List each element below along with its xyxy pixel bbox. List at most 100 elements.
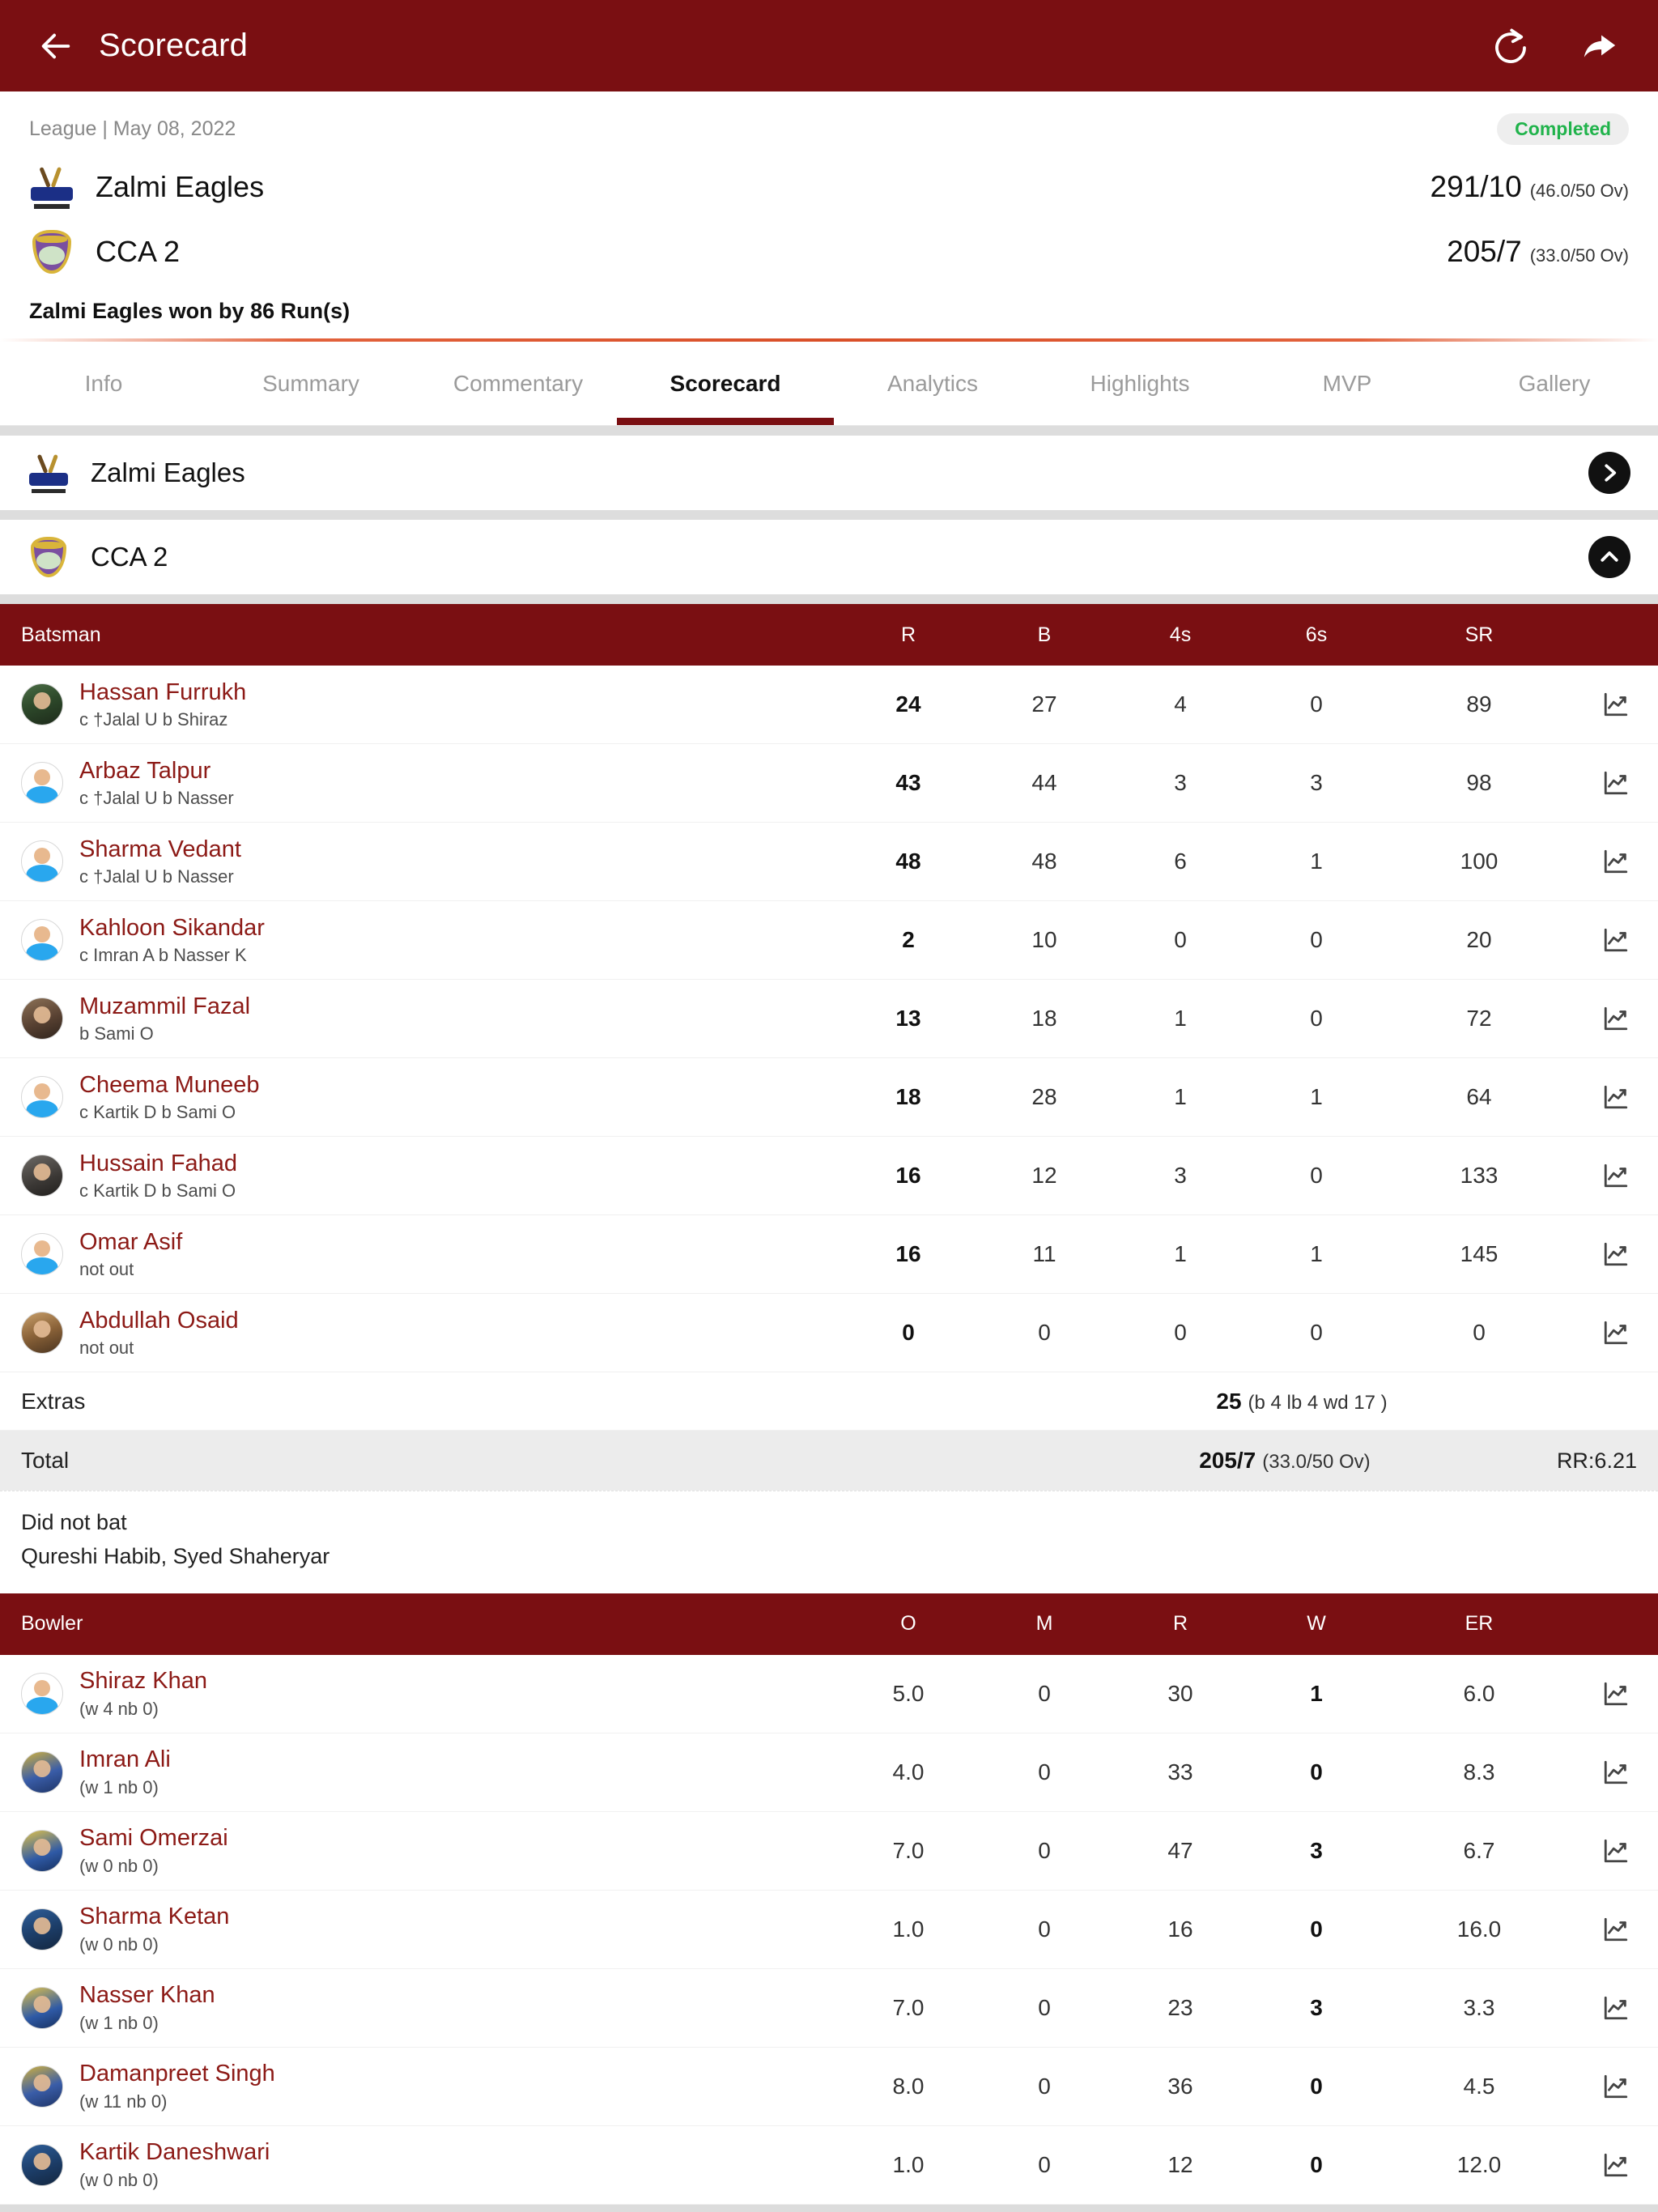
- player-name[interactable]: Kahloon Sikandar: [79, 913, 265, 942]
- player-chart-button[interactable]: [1574, 1759, 1658, 1786]
- table-row[interactable]: Sharma Ketan (w 0 nb 0) 1.0 0 16 0 16.0: [0, 1890, 1658, 1969]
- table-row[interactable]: Nasser Khan (w 1 nb 0) 7.0 0 23 3 3.3: [0, 1968, 1658, 2048]
- player-chart-button[interactable]: [1574, 1240, 1658, 1268]
- table-row[interactable]: Shiraz Khan (w 4 nb 0) 5.0 0 30 1 6.0: [0, 1654, 1658, 1733]
- share-button[interactable]: [1579, 25, 1621, 67]
- player-name[interactable]: Abdullah Osaid: [79, 1306, 239, 1335]
- player-name[interactable]: Damanpreet Singh: [79, 2059, 275, 2088]
- wickets-value: 0: [1310, 2073, 1323, 2099]
- player-chart-button[interactable]: [1574, 1319, 1658, 1346]
- tab-summary[interactable]: Summary: [207, 342, 414, 425]
- player-chart-button[interactable]: [1574, 1916, 1658, 1943]
- table-row[interactable]: Muzammil Fazal b Sami O 13 18 1 0 72: [0, 980, 1658, 1058]
- player-chart-button[interactable]: [1574, 1162, 1658, 1189]
- table-row[interactable]: Sami Omerzai (w 0 nb 0) 7.0 0 47 3 6.7: [0, 1811, 1658, 1891]
- line-chart-icon: [1604, 2153, 1628, 2176]
- sr-value: 98: [1466, 770, 1492, 795]
- player-name[interactable]: Hussain Fahad: [79, 1149, 237, 1178]
- bowling-table-header: Bowler O M R W ER: [0, 1593, 1658, 1655]
- match-tabs: Info Summary Commentary Scorecard Analyt…: [0, 342, 1658, 426]
- player-name[interactable]: Hassan Furrukh: [79, 678, 246, 707]
- overs-value: 1.0: [892, 2151, 925, 2177]
- player-name[interactable]: Sharma Ketan: [79, 1902, 229, 1931]
- table-row[interactable]: Omar Asif not out 16 11 1 1 145: [0, 1215, 1658, 1294]
- player-chart-button[interactable]: [1574, 2151, 1658, 2179]
- player-info[interactable]: Hassan Furrukh c †Jalal U b Shiraz: [21, 678, 840, 732]
- economy-value: 6.7: [1463, 1837, 1495, 1863]
- table-row[interactable]: Sharma Vedant c †Jalal U b Nasser 48 48 …: [0, 823, 1658, 901]
- match-result: Zalmi Eagles won by 86 Run(s): [29, 299, 351, 323]
- player-info[interactable]: Shiraz Khan (w 4 nb 0): [21, 1666, 840, 1721]
- player-name[interactable]: Cheema Muneeb: [79, 1070, 259, 1100]
- tab-scorecard[interactable]: Scorecard: [622, 342, 829, 425]
- innings-header-zalmi-eagles[interactable]: Zalmi Eagles: [0, 436, 1658, 510]
- player-name[interactable]: Kartik Daneshwari: [79, 2138, 270, 2167]
- player-info[interactable]: Damanpreet Singh (w 11 nb 0): [21, 2059, 840, 2113]
- player-info[interactable]: Muzammil Fazal b Sami O: [21, 992, 840, 1046]
- player-chart-button[interactable]: [1574, 1005, 1658, 1032]
- innings-collapse-toggle[interactable]: [1588, 536, 1630, 578]
- refresh-button[interactable]: [1490, 25, 1532, 67]
- player-info[interactable]: Arbaz Talpur c †Jalal U b Nasser: [21, 756, 840, 810]
- tab-commentary[interactable]: Commentary: [414, 342, 622, 425]
- run-rate: RR:6.21: [1556, 1448, 1637, 1473]
- player-chart-button[interactable]: [1574, 848, 1658, 875]
- player-name[interactable]: Shiraz Khan: [79, 1666, 207, 1695]
- player-chart-button[interactable]: [1574, 926, 1658, 954]
- match-meta: League | May 08, 2022: [29, 117, 236, 140]
- balls-value: 18: [1031, 1006, 1057, 1031]
- balls-value: 48: [1031, 849, 1057, 874]
- table-row[interactable]: Hussain Fahad c Kartik D b Sami O 16 12 …: [0, 1137, 1658, 1215]
- fours-value: 6: [1174, 849, 1187, 874]
- player-info[interactable]: Kartik Daneshwari (w 0 nb 0): [21, 2138, 840, 2192]
- table-row[interactable]: Damanpreet Singh (w 11 nb 0) 8.0 0 36 0 …: [0, 2047, 1658, 2126]
- player-info[interactable]: Hussain Fahad c Kartik D b Sami O: [21, 1149, 840, 1203]
- bowler-extras: (w 4 nb 0): [79, 1698, 159, 1719]
- player-info[interactable]: Sami Omerzai (w 0 nb 0): [21, 1823, 840, 1878]
- player-name[interactable]: Sami Omerzai: [79, 1823, 228, 1853]
- tab-gallery[interactable]: Gallery: [1451, 342, 1658, 425]
- tab-info[interactable]: Info: [0, 342, 207, 425]
- batting-table-header: Batsman R B 4s 6s SR: [0, 604, 1658, 666]
- player-info[interactable]: Abdullah Osaid not out: [21, 1306, 840, 1360]
- table-row[interactable]: Arbaz Talpur c †Jalal U b Nasser 43 44 3…: [0, 744, 1658, 823]
- player-name[interactable]: Imran Ali: [79, 1745, 171, 1774]
- player-info[interactable]: Sharma Vedant c †Jalal U b Nasser: [21, 835, 840, 889]
- player-info[interactable]: Sharma Ketan (w 0 nb 0): [21, 1902, 840, 1956]
- innings-header-cca-2[interactable]: CCA 2: [0, 520, 1658, 594]
- player-name[interactable]: Nasser Khan: [79, 1980, 215, 2010]
- table-row[interactable]: Abdullah Osaid not out 0 0 0 0 0: [0, 1294, 1658, 1372]
- table-row[interactable]: Hassan Furrukh c †Jalal U b Shiraz 24 27…: [0, 666, 1658, 744]
- tab-analytics[interactable]: Analytics: [829, 342, 1036, 425]
- dismissal-text: c †Jalal U b Shiraz: [79, 708, 228, 730]
- player-name[interactable]: Muzammil Fazal: [79, 992, 250, 1021]
- player-chart-button[interactable]: [1574, 1994, 1658, 2022]
- player-chart-button[interactable]: [1574, 1837, 1658, 1865]
- player-info[interactable]: Omar Asif not out: [21, 1227, 840, 1282]
- table-row[interactable]: Kartik Daneshwari (w 0 nb 0) 1.0 0 12 0 …: [0, 2125, 1658, 2205]
- back-button[interactable]: [37, 28, 74, 65]
- table-row[interactable]: Cheema Muneeb c Kartik D b Sami O 18 28 …: [0, 1058, 1658, 1137]
- player-name[interactable]: Sharma Vedant: [79, 835, 241, 864]
- player-info[interactable]: Kahloon Sikandar c Imran A b Nasser K: [21, 913, 840, 968]
- tab-highlights[interactable]: Highlights: [1036, 342, 1244, 425]
- player-info[interactable]: Cheema Muneeb c Kartik D b Sami O: [21, 1070, 840, 1125]
- table-row[interactable]: Kahloon Sikandar c Imran A b Nasser K 2 …: [0, 901, 1658, 980]
- table-row[interactable]: Imran Ali (w 1 nb 0) 4.0 0 33 0 8.3: [0, 1733, 1658, 1812]
- player-chart-button[interactable]: [1574, 769, 1658, 797]
- player-chart-button[interactable]: [1574, 1680, 1658, 1708]
- innings-expand-toggle[interactable]: [1588, 452, 1630, 494]
- player-name[interactable]: Omar Asif: [79, 1227, 182, 1257]
- total-overs: (33.0/50 Ov): [1262, 1451, 1371, 1473]
- player-chart-button[interactable]: [1574, 2073, 1658, 2100]
- player-name[interactable]: Arbaz Talpur: [79, 756, 234, 785]
- maidens-value: 0: [1038, 1837, 1051, 1863]
- sr-value: 89: [1466, 691, 1492, 717]
- tab-mvp[interactable]: MVP: [1244, 342, 1451, 425]
- player-info[interactable]: Nasser Khan (w 1 nb 0): [21, 1980, 840, 2035]
- player-info[interactable]: Imran Ali (w 1 nb 0): [21, 1745, 840, 1799]
- player-chart-button[interactable]: [1574, 691, 1658, 718]
- player-chart-button[interactable]: [1574, 1083, 1658, 1111]
- dismissal-text: c †Jalal U b Nasser: [79, 866, 234, 887]
- extras-value-wrap: 25 (b 4 lb 4 wd 17 ): [1030, 1389, 1574, 1414]
